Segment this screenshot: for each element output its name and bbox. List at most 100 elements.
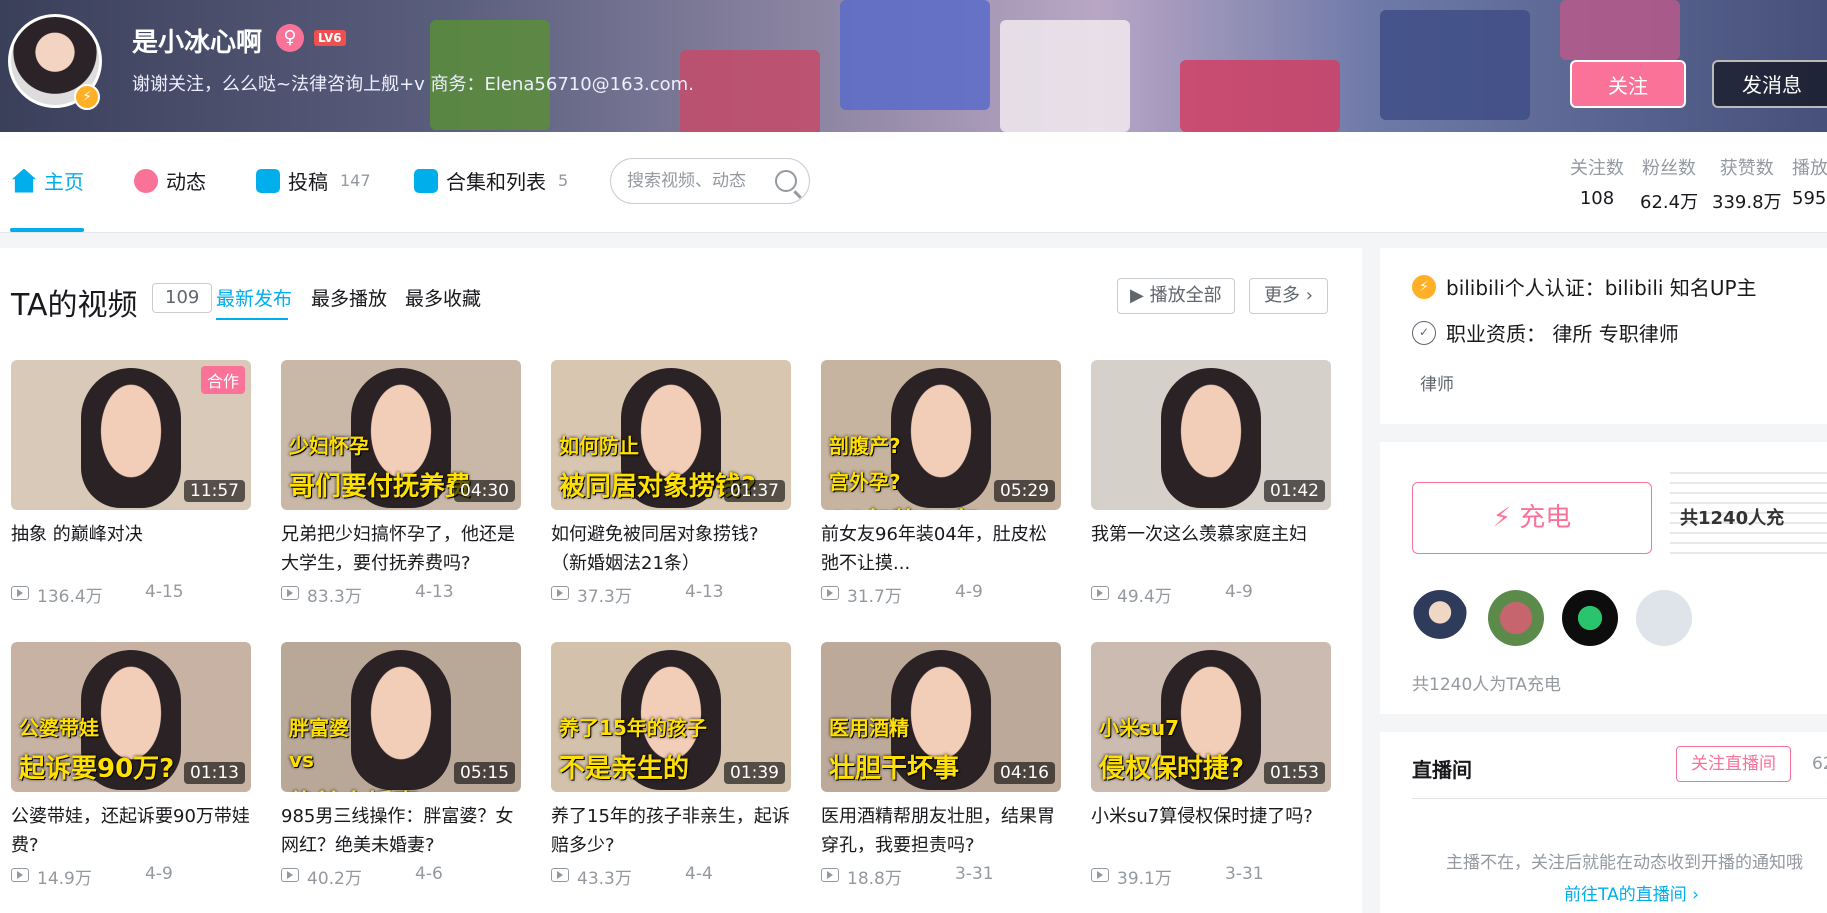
thumbnail-person: [1161, 368, 1261, 508]
video-title[interactable]: 如何避免被同居对象捞钱?（新婚姻法21条）: [551, 520, 791, 578]
tv-icon: [256, 168, 280, 193]
tab-collections[interactable]: 合集和列表 5: [414, 166, 568, 195]
thumbnail-caption: 少妇怀孕: [289, 434, 369, 458]
follow-button[interactable]: 关注: [1570, 60, 1686, 108]
upload-count: 147: [340, 171, 371, 190]
video-card[interactable]: 少妇怀孕哥们要付抚养费 04:30 兄弟把少妇搞怀孕了，他还是大学生，要付抚养费吗?…: [281, 360, 521, 607]
tab-home[interactable]: 主页: [12, 166, 84, 195]
thumbnail-caption: 剖腹产?: [829, 434, 901, 458]
video-card[interactable]: 如何防止 被同居对象捞钱? 01:37 如何避免被同居对象捞钱?（新婚姻法21条） 37…: [551, 360, 791, 607]
level-badge: LV6: [314, 30, 346, 46]
lightning-icon: ⚡: [1412, 274, 1436, 299]
tab-most-played[interactable]: 最多播放: [311, 284, 387, 311]
playlist-icon: [414, 168, 438, 193]
video-card[interactable]: 养了15年的孩子 不是亲生的 01:39 养了15年的孩子非亲生，起诉赔多少? 43.3…: [551, 642, 791, 889]
video-card[interactable]: 小米su7 侵权保时捷? 01:53 小米su7算侵权保时捷了吗? 39.1万 3-31: [1091, 642, 1331, 889]
video-thumbnail[interactable]: 剖腹产? 宫外孕? 96年装04年 05:29: [821, 360, 1061, 510]
tab-collections-label: 合集和列表: [446, 170, 546, 194]
follow-live-button[interactable]: 关注直播间: [1676, 746, 1791, 782]
thumbnail-caption: 哥们要付抚养费: [289, 472, 472, 502]
video-thumbnail[interactable]: 医用酒精 壮胆干坏事 04:16: [821, 642, 1061, 792]
video-duration: 04:30: [454, 480, 515, 502]
video-title[interactable]: 医用酒精帮朋友壮胆，结果胃穿孔，我要担责吗?: [821, 802, 1061, 860]
stat-fans[interactable]: 粉丝数 62.4万: [1640, 154, 1698, 214]
profession-tag[interactable]: 律师: [1420, 370, 1454, 395]
video-title[interactable]: 公婆带娃，还起诉要90万带娃费?: [11, 802, 251, 860]
video-title[interactable]: 养了15年的孩子非亲生，起诉赔多少?: [551, 802, 791, 860]
video-thumbnail[interactable]: 小米su7 侵权保时捷? 01:53: [1091, 642, 1331, 792]
play-count-icon: [821, 868, 839, 882]
video-thumbnail[interactable]: 01:42: [1091, 360, 1331, 510]
tab-upload[interactable]: 投稿 147: [256, 166, 371, 195]
thumbnail-caption: 宫外孕?: [829, 470, 901, 494]
live-offline-tip: 主播不在，关注后就能在动态收到开播的通知哦: [1446, 853, 1803, 873]
charge-note: 共1240人为TA充电: [1412, 675, 1561, 695]
play-count-icon: [1091, 868, 1109, 882]
play-all-button[interactable]: ▶ 播放全部: [1117, 278, 1235, 314]
video-views: 83.3万: [307, 587, 362, 607]
video-card[interactable]: 合作 11:57 抽象 的巅峰对决 136.4万 4-15: [11, 360, 251, 607]
profile-nav: 主页 动态 投稿 147 合集和列表 5 搜索视频、动态 关注数 108 粉丝数…: [0, 132, 1827, 233]
charger-avatar-default[interactable]: [1636, 590, 1692, 646]
banner-decoration: [840, 0, 990, 110]
video-duration: 11:57: [184, 480, 245, 502]
video-date: 4-15: [145, 582, 184, 602]
stat-following[interactable]: 关注数 108: [1570, 154, 1624, 209]
thumbnail-caption: 小米su7: [1099, 716, 1180, 740]
message-button[interactable]: 发消息: [1712, 60, 1827, 108]
thumbnail-caption: 起诉要90万?: [19, 754, 175, 784]
tab-most-favorited[interactable]: 最多收藏: [405, 284, 481, 311]
cert-line: ⚡ bilibili个人认证：bilibili 知名UP主: [1412, 272, 1757, 301]
thumbnail-caption: vs: [289, 748, 314, 772]
video-date: 4-9: [955, 582, 983, 602]
home-icon: [12, 168, 36, 193]
video-thumbnail[interactable]: 少妇怀孕哥们要付抚养费 04:30: [281, 360, 521, 510]
video-thumbnail[interactable]: 如何防止 被同居对象捞钱? 01:37: [551, 360, 791, 510]
tab-latest[interactable]: 最新发布: [216, 284, 292, 311]
video-duration: 01:42: [1264, 480, 1325, 502]
video-card[interactable]: 01:42 我第一次这么羡慕家庭主妇 49.4万 4-9: [1091, 360, 1331, 607]
more-button[interactable]: 更多 ›: [1249, 278, 1328, 314]
tab-dynamic[interactable]: 动态: [134, 166, 206, 195]
video-thumbnail[interactable]: 公婆带娃 起诉要90万? 01:13: [11, 642, 251, 792]
video-date: 4-13: [685, 582, 724, 602]
video-date: 4-4: [685, 864, 713, 884]
banner-decoration: [1000, 20, 1130, 132]
video-date: 4-9: [1225, 582, 1253, 602]
thumbnail-caption: 胖富婆: [289, 716, 349, 740]
video-thumbnail[interactable]: 养了15年的孩子 不是亲生的 01:39: [551, 642, 791, 792]
video-card[interactable]: 胖富婆 vs 绝美未婚妻 05:15 985男三线操作：胖富婆？女网红？绝美未婚妻? 40…: [281, 642, 521, 889]
live-follow-count: 62: [1812, 754, 1827, 774]
profile-info-card: ⚡ bilibili个人认证：bilibili 知名UP主 ✓ 职业资质： 律所…: [1380, 248, 1827, 424]
thumbnail-caption: 养了15年的孩子: [559, 716, 707, 740]
go-live-room-link[interactable]: 前往TA的直播间 ›: [1564, 880, 1699, 905]
play-count-icon: [821, 586, 839, 600]
charge-button[interactable]: ⚡ 充电: [1412, 482, 1652, 554]
video-meta: 31.7万 4-9: [821, 582, 1061, 607]
charger-avatar[interactable]: [1562, 590, 1618, 646]
video-card[interactable]: 医用酒精 壮胆干坏事 04:16 医用酒精帮朋友壮胆，结果胃穿孔，我要担责吗? 18.8…: [821, 642, 1061, 889]
video-title[interactable]: 小米su7算侵权保时捷了吗?: [1091, 802, 1331, 860]
video-title[interactable]: 我第一次这么羡慕家庭主妇: [1091, 520, 1331, 578]
video-date: 3-31: [955, 864, 994, 884]
video-duration: 01:39: [724, 762, 785, 784]
charge-label: 充电: [1519, 503, 1572, 533]
play-count-icon: [551, 586, 569, 600]
video-views: 31.7万: [847, 587, 902, 607]
search-icon[interactable]: [775, 170, 797, 192]
video-card[interactable]: 公婆带娃 起诉要90万? 01:13 公婆带娃，还起诉要90万带娃费? 14.9万 4-9: [11, 642, 251, 889]
video-title[interactable]: 抽象 的巅峰对决: [11, 520, 251, 578]
video-thumbnail[interactable]: 胖富婆 vs 绝美未婚妻 05:15: [281, 642, 521, 792]
search-input[interactable]: 搜索视频、动态: [610, 158, 810, 204]
stat-label: 获赞数: [1719, 158, 1774, 179]
video-card[interactable]: 剖腹产? 宫外孕? 96年装04年 05:29 前女友96年装04年，肚皮松弛不让摸..…: [821, 360, 1061, 607]
video-title[interactable]: 前女友96年装04年，肚皮松弛不让摸...: [821, 520, 1061, 578]
video-meta: 49.4万 4-9: [1091, 582, 1331, 607]
video-views: 37.3万: [577, 587, 632, 607]
video-title[interactable]: 985男三线操作：胖富婆？女网红？绝美未婚妻?: [281, 802, 521, 860]
video-thumbnail[interactable]: 合作 11:57: [11, 360, 251, 510]
charger-avatar[interactable]: [1488, 590, 1544, 646]
video-title[interactable]: 兄弟把少妇搞怀孕了，他还是大学生，要付抚养费吗?: [281, 520, 521, 578]
play-count-icon: [551, 868, 569, 882]
charger-avatar[interactable]: [1412, 590, 1468, 646]
